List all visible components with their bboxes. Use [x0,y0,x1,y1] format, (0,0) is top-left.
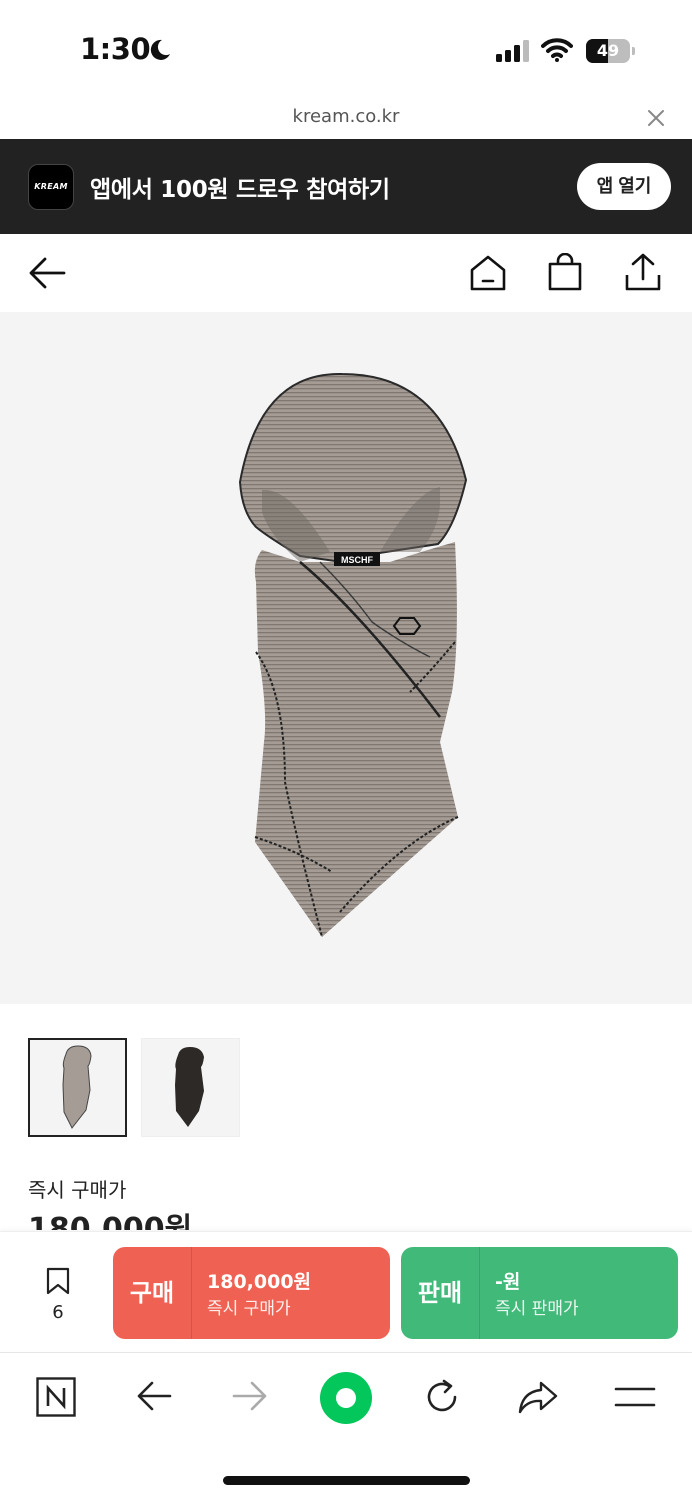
wifi-icon [541,38,573,62]
sell-price: -원 [495,1271,521,1293]
bookmark-button[interactable]: 6 [40,1266,76,1323]
bookmark-icon [46,1267,70,1295]
moon-icon [150,39,170,60]
battery-level: 49 [596,41,620,60]
app-logo: KREAM [28,164,74,210]
home-indicator [223,1476,470,1485]
sell-caption: 즉시 판매가 [495,1299,579,1319]
price-label: 즉시 구매가 [28,1178,127,1202]
thumbnail-grey-image [62,1045,92,1129]
bookmark-count: 6 [52,1302,64,1323]
browser-share-icon[interactable] [517,1379,559,1415]
naver-n-icon[interactable] [36,1377,76,1417]
browser-forward-icon[interactable] [231,1379,269,1413]
share-icon[interactable] [624,252,662,292]
green-dot-icon[interactable] [319,1371,373,1425]
sell-label: 판매 [417,1279,463,1307]
browser-back-icon[interactable] [135,1379,173,1413]
status-bar: 1:30 49 [0,0,692,100]
url-text[interactable]: kream.co.kr [0,106,692,127]
app-banner: KREAM 앱에서 100원 드로우 참여하기 앱 열기 [0,139,692,234]
product-image[interactable]: MSCHF [0,312,692,1004]
buy-caption: 즉시 구매가 [207,1299,291,1319]
banner-message: 앱에서 100원 드로우 참여하기 [90,177,390,203]
buy-button[interactable]: 구매 180,000원 즉시 구매가 [113,1247,390,1339]
action-bar: 6 구매 180,000원 즉시 구매가 판매 -원 즉시 판매가 [0,1231,692,1351]
battery-icon: 49 [586,39,635,63]
thumbnail-black[interactable] [141,1038,240,1137]
nav-header [0,234,692,312]
close-icon[interactable] [646,108,666,128]
product-label: MSCHF [341,555,373,565]
product-photo: MSCHF [238,372,468,938]
signal-icon [496,40,529,62]
refresh-icon[interactable] [422,1377,462,1417]
buy-price: 180,000원 [207,1271,312,1293]
url-bar[interactable]: kream.co.kr [0,100,692,138]
shopping-bag-icon[interactable] [547,253,583,291]
home-icon[interactable] [469,254,507,292]
thumbnail-grey[interactable] [28,1038,127,1137]
sell-button[interactable]: 판매 -원 즉시 판매가 [401,1247,678,1339]
open-app-button[interactable]: 앱 열기 [577,163,671,210]
thumbnail-black-image [175,1047,204,1127]
status-time: 1:30 [80,32,151,66]
menu-icon[interactable] [614,1385,656,1409]
price-value: 180,000원 [28,1212,193,1230]
back-arrow-icon[interactable] [28,256,68,290]
buy-label: 구매 [129,1279,175,1307]
